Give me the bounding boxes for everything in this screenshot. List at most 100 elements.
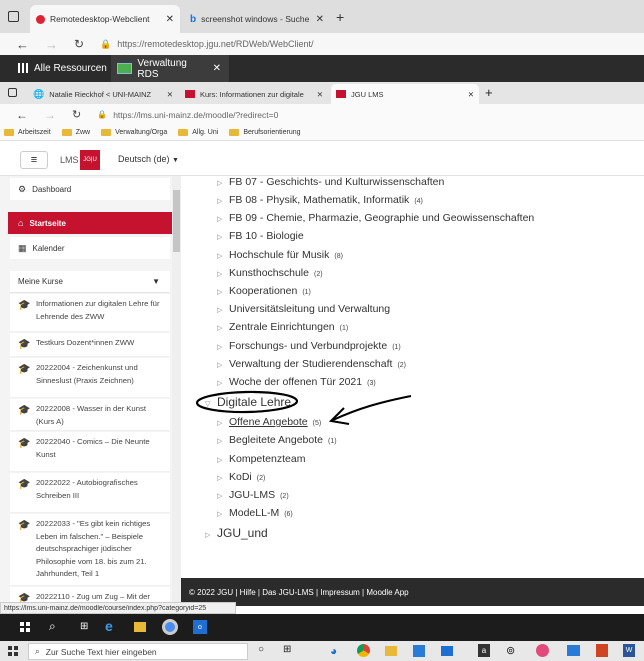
collapse-icon[interactable]: ▽: [205, 400, 212, 408]
bookmark-verwaltung[interactable]: Verwaltung/Orga: [101, 129, 167, 136]
category-label[interactable]: ModeLL-M: [229, 507, 279, 519]
chrome-icon[interactable]: [357, 644, 370, 657]
subcategory-begleitete-angebote[interactable]: ▷ Begleitete Angebote (1): [217, 434, 337, 446]
expand-icon[interactable]: ▷: [217, 179, 224, 187]
url-field[interactable]: https://lms.uni-mainz.de/moodle/?redirec…: [113, 110, 278, 120]
expand-icon[interactable]: ▷: [217, 361, 224, 369]
subcategory-modell-m[interactable]: ▷ ModeLL-M (6): [217, 507, 293, 519]
course-item[interactable]: 🎓 Informationen zur digitalen Lehre für …: [10, 294, 170, 332]
subcategory-offene-angebote[interactable]: ▷ Offene Angebote (5): [217, 416, 321, 428]
rds-session-tab[interactable]: Verwaltung RDS ✕: [111, 55, 229, 82]
close-icon[interactable]: ✕: [317, 90, 323, 99]
outlook-icon[interactable]: o: [193, 620, 207, 634]
category-jgu-und[interactable]: ▷ JGU_und: [205, 526, 268, 540]
tab-profile[interactable]: 🌐 Natalie Rieckhof < UNI-MAINZ ✕: [28, 84, 178, 104]
bookmark-berufsorientierung[interactable]: Berufsorientierung: [229, 129, 301, 136]
new-tab-icon[interactable]: +: [336, 9, 344, 25]
tab-search[interactable]: b screenshot windows - Suche ✕: [184, 5, 330, 33]
category-fb10[interactable]: ▷ FB 10 - Biologie: [217, 230, 309, 242]
file-explorer-icon[interactable]: [134, 622, 146, 632]
category-label[interactable]: Zentrale Einrichtungen: [229, 321, 335, 333]
search-icon[interactable]: ⌕: [49, 619, 56, 634]
expand-icon[interactable]: ▷: [217, 474, 224, 482]
taskbar-search-box[interactable]: ⌕ Zur Suche Text hier eingeben: [28, 643, 248, 660]
subcategory-kompetenzteam[interactable]: ▷ Kompetenzteam: [217, 453, 310, 465]
category-fb09[interactable]: ▷ FB 09 - Chemie, Pharmazie, Geographie …: [217, 212, 539, 224]
tab-jgu-lms[interactable]: JGU LMS ✕: [331, 84, 479, 104]
course-item[interactable]: 🎓 20222022 - Autobiografisches Schreiben…: [10, 473, 170, 513]
expand-icon[interactable]: ▷: [217, 379, 224, 387]
task-view-icon[interactable]: ⊞: [80, 621, 88, 632]
url-field[interactable]: https://remotedesktop.jgu.net/RDWeb/WebC…: [117, 39, 313, 49]
course-item[interactable]: 🎓 20222004 - Zeichenkunst und Sinneslust…: [10, 358, 170, 398]
category-label[interactable]: Kunsthochschule: [229, 267, 309, 279]
category-musik[interactable]: ▷ Hochschule für Musik (8): [217, 249, 343, 261]
expand-icon[interactable]: ▷: [217, 270, 224, 278]
expand-icon[interactable]: ▷: [217, 288, 224, 296]
category-label[interactable]: Kooperationen: [229, 285, 297, 297]
category-label[interactable]: Forschungs- und Verbundprojekte: [229, 340, 387, 352]
media-icon[interactable]: [536, 644, 549, 657]
category-label[interactable]: Kompetenzteam: [229, 453, 305, 465]
tab-actions-icon[interactable]: [8, 11, 19, 22]
category-universitaetsleitung[interactable]: ▷ Universitätsleitung und Verwaltung: [217, 303, 395, 315]
tab-actions-icon[interactable]: [8, 88, 17, 97]
category-label[interactable]: Begleitete Angebote: [229, 434, 323, 446]
category-label[interactable]: JGU-LMS: [229, 489, 275, 501]
expand-icon[interactable]: ▷: [217, 306, 224, 314]
category-kunsthochschule[interactable]: ▷ Kunsthochschule (2): [217, 267, 323, 279]
new-tab-icon[interactable]: +: [485, 85, 493, 100]
word-icon[interactable]: W: [623, 644, 635, 657]
sidebar-item-dashboard[interactable]: ⚙ Dashboard: [10, 178, 170, 200]
chrome-icon[interactable]: [162, 619, 178, 635]
language-select[interactable]: Deutsch (de) ▼: [118, 154, 179, 164]
file-explorer-icon[interactable]: [385, 646, 397, 656]
windows-start-icon[interactable]: [20, 622, 30, 632]
tab-kurs[interactable]: Kurs: Informationen zur digitale ✕: [180, 84, 328, 104]
windows-start-icon[interactable]: [8, 646, 18, 656]
category-digitale-lehre[interactable]: ▽ Digitale Lehre: [205, 395, 291, 409]
bookmark-arbeitszeit[interactable]: Arbeitszeit: [4, 129, 51, 136]
expand-icon[interactable]: ▷: [217, 437, 224, 445]
course-item[interactable]: 🎓 Testkurs Dozent*innen ZWW: [10, 333, 170, 357]
course-item[interactable]: 🎓 20222033 - "Es gibt kein richtiges Leb…: [10, 514, 170, 586]
reload-icon[interactable]: ↻: [74, 37, 84, 51]
expand-icon[interactable]: ▷: [217, 197, 224, 205]
close-icon[interactable]: ✕: [316, 14, 324, 25]
course-item[interactable]: 🎓 20222040 - Comics – Die Neunte Kunst: [10, 432, 170, 472]
back-icon[interactable]: ←: [16, 37, 29, 52]
category-label[interactable]: Digitale Lehre: [217, 395, 291, 409]
category-label[interactable]: Verwaltung der Studierendenschaft: [229, 358, 392, 370]
close-icon[interactable]: ✕: [166, 14, 174, 25]
expand-icon[interactable]: ▷: [217, 456, 224, 464]
category-label[interactable]: Universitätsleitung und Verwaltung: [229, 303, 390, 315]
task-view-icon[interactable]: ⊞: [283, 644, 291, 655]
course-item[interactable]: 🎓 20222008 - Wasser in der Kunst (Kurs A…: [10, 399, 170, 431]
subcategory-jgu-lms[interactable]: ▷ JGU-LMS (2): [217, 489, 289, 501]
close-icon[interactable]: ✕: [213, 63, 221, 74]
forward-icon[interactable]: →: [45, 37, 58, 52]
category-label[interactable]: FB 08 - Physik, Mathematik, Informatik: [229, 194, 409, 206]
hamburger-menu-icon[interactable]: ≡: [20, 151, 48, 169]
expand-icon[interactable]: ▷: [217, 492, 224, 500]
calculator-icon[interactable]: a: [478, 644, 490, 657]
category-fb07[interactable]: ▷ FB 07 - Geschichts- und Kulturwissensc…: [217, 176, 449, 188]
bookmark-zww[interactable]: Zww: [61, 129, 90, 136]
mail-icon[interactable]: [441, 646, 453, 656]
category-forschungsprojekte[interactable]: ▷ Forschungs- und Verbundprojekte (1): [217, 340, 401, 352]
jgu-logo[interactable]: JG|U: [80, 150, 100, 170]
category-label[interactable]: Woche der offenen Tür 2021: [229, 376, 362, 388]
close-icon[interactable]: ✕: [468, 90, 474, 99]
category-woche-offene-tuer[interactable]: ▷ Woche der offenen Tür 2021 (3): [217, 376, 376, 388]
expand-icon[interactable]: ▷: [217, 215, 224, 223]
forward-icon[interactable]: →: [44, 108, 56, 122]
lms-logo[interactable]: LMS: [60, 155, 79, 165]
sidebar-item-kalender[interactable]: ▦ Kalender: [10, 237, 170, 259]
expand-icon[interactable]: ▷: [217, 419, 224, 427]
category-label[interactable]: FB 07 - Geschichts- und Kulturwissenscha…: [229, 176, 444, 188]
category-label[interactable]: FB 09 - Chemie, Pharmazie, Geographie un…: [229, 212, 534, 224]
category-label[interactable]: KoDi: [229, 471, 252, 483]
my-courses-header[interactable]: Meine Kurse ▼: [10, 271, 170, 293]
category-fb08[interactable]: ▷ FB 08 - Physik, Mathematik, Informatik…: [217, 194, 423, 206]
expand-icon[interactable]: ▷: [217, 343, 224, 351]
